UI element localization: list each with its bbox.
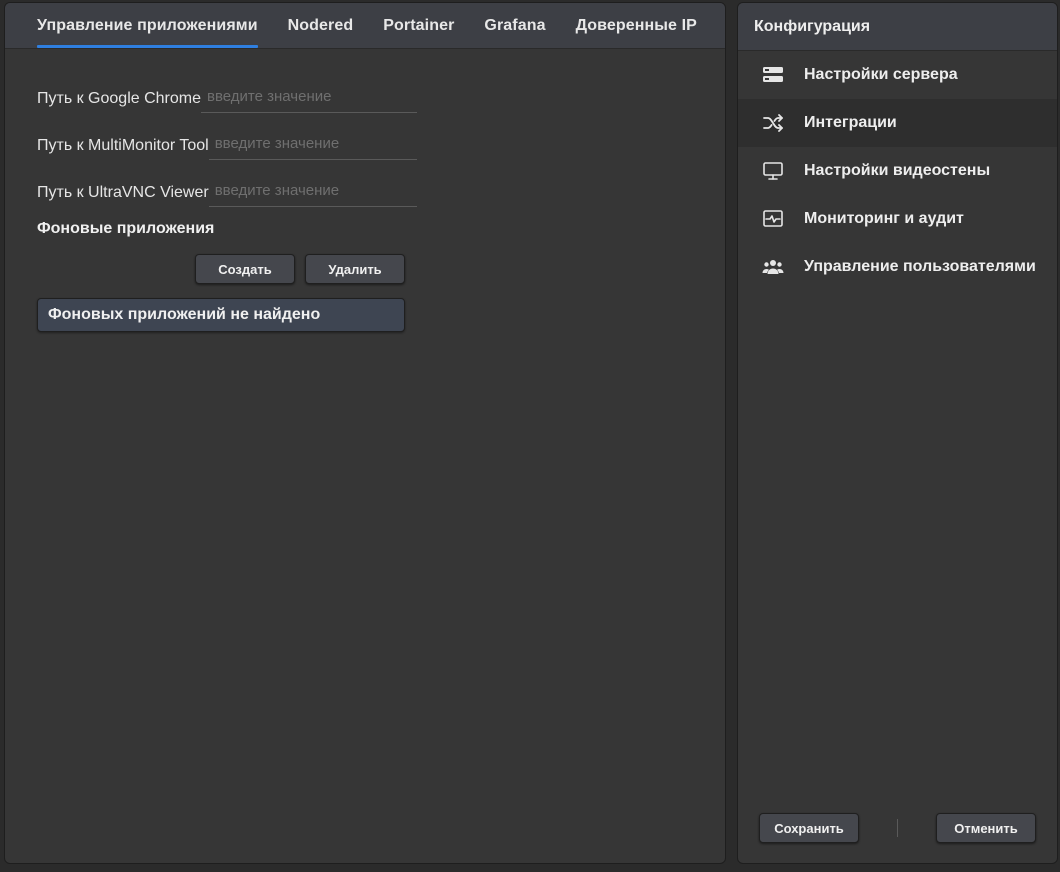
create-button[interactable]: Создать xyxy=(195,254,295,284)
config-sidebar: Конфигурация Настройки сервера Интеграци… xyxy=(737,2,1058,864)
multimonitor-path-label: Путь к MultiMonitor Tool xyxy=(37,137,209,154)
cancel-button[interactable]: Отменить xyxy=(936,813,1036,843)
sidebar-item-label: Интеграции xyxy=(804,114,897,131)
chrome-path-row: Путь к Google Chrome xyxy=(37,79,417,113)
sidebar-item-monitoring-audit[interactable]: Мониторинг и аудит xyxy=(738,195,1057,243)
sidebar-item-videowall-settings[interactable]: Настройки видеостены xyxy=(738,147,1057,195)
tab-trusted-ip[interactable]: Доверенные IP xyxy=(576,3,697,48)
sidebar-item-integrations[interactable]: Интеграции xyxy=(738,99,1057,147)
sidebar-item-label: Настройки видеостены xyxy=(804,162,991,179)
sidebar-footer: Сохранить Отменить xyxy=(738,813,1057,843)
tab-bar: Управление приложениями Nodered Portaine… xyxy=(5,3,725,49)
app-settings-form: Путь к Google Chrome Путь к MultiMonitor… xyxy=(37,79,417,332)
chrome-path-input[interactable] xyxy=(201,85,417,113)
ultravnc-path-input[interactable] xyxy=(208,179,417,207)
ultravnc-path-label: Путь к UltraVNC Viewer xyxy=(37,184,209,201)
activity-icon xyxy=(762,208,784,230)
ultravnc-path-row: Путь к UltraVNC Viewer xyxy=(37,173,417,207)
shuffle-icon xyxy=(762,112,784,134)
app-root: Управление приложениями Nodered Portaine… xyxy=(0,0,1060,872)
multimonitor-path-input[interactable] xyxy=(208,132,417,160)
tab-nodered[interactable]: Nodered xyxy=(288,3,354,48)
sidebar-item-label: Управление пользователями xyxy=(804,258,1036,275)
delete-button[interactable]: Удалить xyxy=(305,254,405,284)
tab-app-management[interactable]: Управление приложениями xyxy=(37,3,258,48)
multimonitor-path-row: Путь к MultiMonitor Tool xyxy=(37,126,417,160)
tab-portainer[interactable]: Portainer xyxy=(383,3,454,48)
main-panel: Управление приложениями Nodered Portaine… xyxy=(4,2,726,864)
footer-divider xyxy=(897,819,898,837)
sidebar-item-server-settings[interactable]: Настройки сервера xyxy=(738,51,1057,99)
sidebar-item-label: Настройки сервера xyxy=(804,66,958,83)
background-apps-actions: Создать Удалить xyxy=(37,254,417,284)
monitor-icon xyxy=(762,160,784,182)
chrome-path-label: Путь к Google Chrome xyxy=(37,90,201,107)
tab-grafana[interactable]: Grafana xyxy=(484,3,545,48)
server-icon xyxy=(762,64,784,86)
sidebar-title: Конфигурация xyxy=(738,3,1057,51)
empty-state-message: Фоновых приложений не найдено xyxy=(37,298,405,332)
save-button[interactable]: Сохранить xyxy=(759,813,859,843)
background-apps-title: Фоновые приложения xyxy=(37,220,215,237)
users-icon xyxy=(762,256,784,278)
sidebar-item-label: Мониторинг и аудит xyxy=(804,210,964,227)
sidebar-item-user-management[interactable]: Управление пользователями xyxy=(738,243,1057,291)
